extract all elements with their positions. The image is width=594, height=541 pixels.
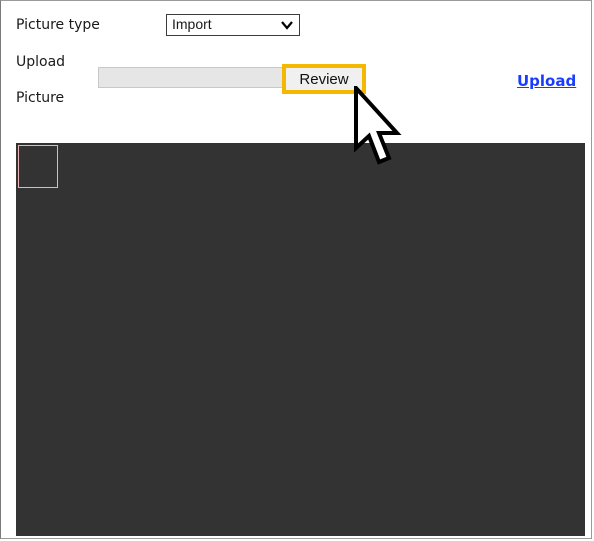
upload-picture-label-line1: Upload	[16, 54, 66, 70]
selection-box[interactable]	[18, 145, 58, 188]
chevron-down-icon	[281, 21, 293, 30]
picture-type-label: Picture type	[16, 17, 100, 33]
picture-preview-area[interactable]	[16, 143, 585, 536]
picture-type-selected-value: Import	[172, 16, 212, 32]
mouse-pointer-icon	[354, 86, 402, 165]
upload-picture-label-line2: Picture	[16, 90, 65, 106]
picture-type-select[interactable]: Import	[166, 14, 300, 36]
upload-link[interactable]: Upload	[517, 72, 576, 90]
